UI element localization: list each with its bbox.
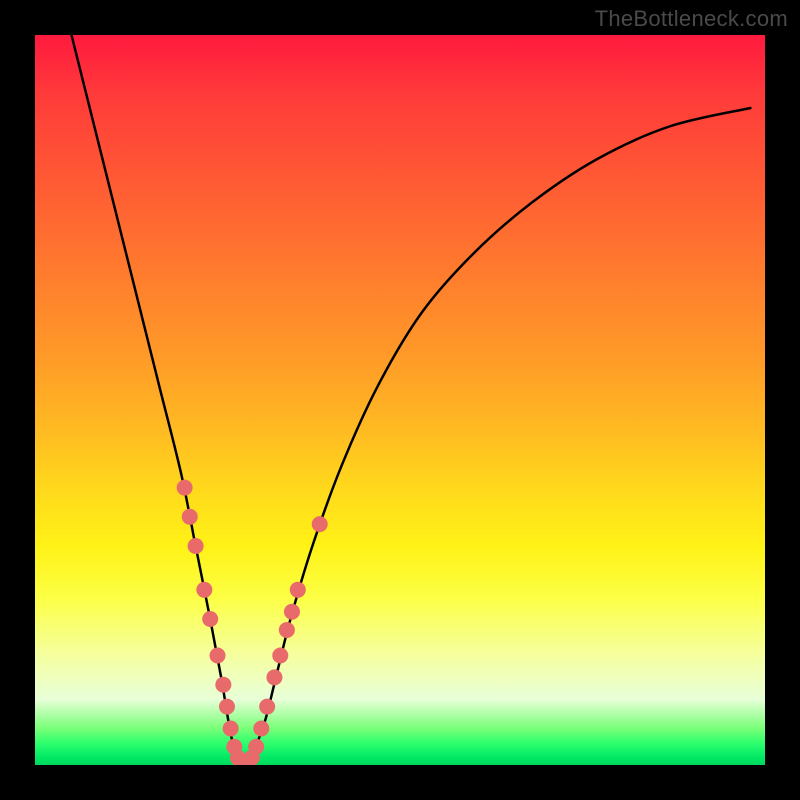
data-marker — [219, 699, 235, 715]
data-marker — [266, 669, 282, 685]
plot-area — [35, 35, 765, 765]
data-marker — [284, 604, 300, 620]
data-marker — [312, 516, 328, 532]
watermark-text: TheBottleneck.com — [595, 6, 788, 32]
data-marker — [259, 699, 275, 715]
data-marker — [253, 721, 269, 737]
chart-frame: TheBottleneck.com — [0, 0, 800, 800]
data-marker — [279, 622, 295, 638]
data-marker — [248, 739, 264, 755]
data-marker — [210, 648, 226, 664]
data-marker — [215, 677, 231, 693]
data-marker — [196, 582, 212, 598]
data-marker — [290, 582, 306, 598]
data-marker — [182, 509, 198, 525]
data-marker — [202, 611, 218, 627]
data-marker — [272, 648, 288, 664]
data-marker — [188, 538, 204, 554]
data-marker — [223, 721, 239, 737]
bottleneck-curve — [35, 35, 765, 765]
data-marker — [177, 480, 193, 496]
